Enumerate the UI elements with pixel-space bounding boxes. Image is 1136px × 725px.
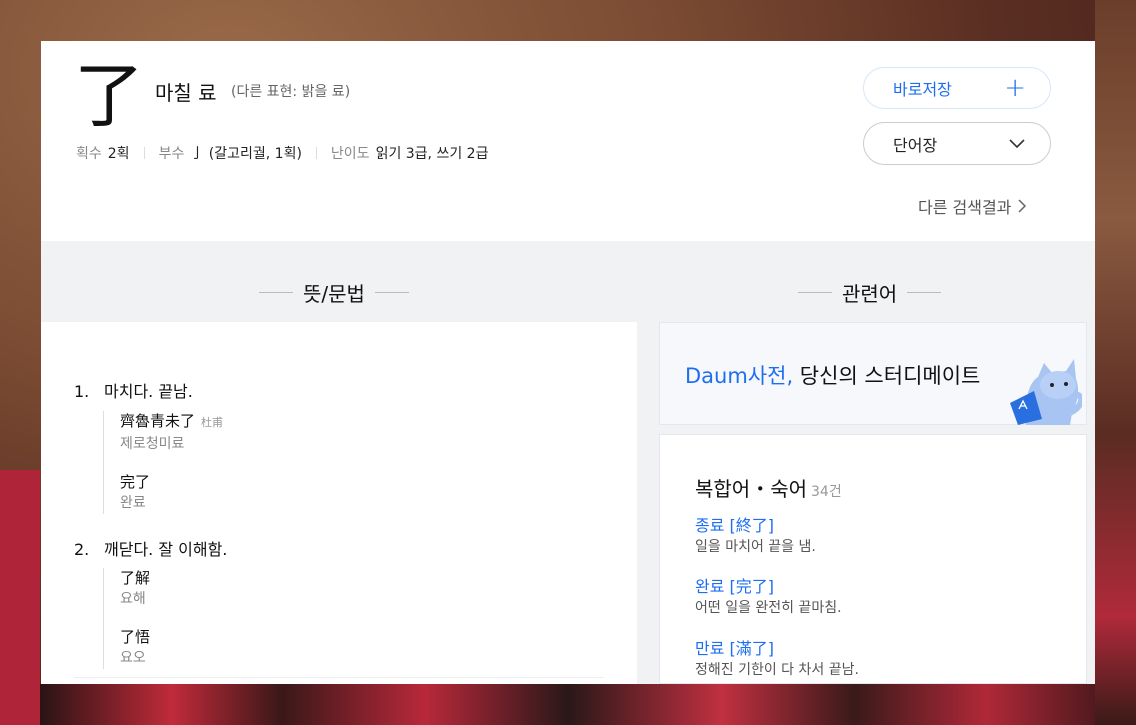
example-hanja: 了解: [120, 569, 151, 587]
definition-item: 2. 깨닫다. 잘 이해함.: [74, 536, 227, 560]
hanja-reading: 마칠 료: [155, 81, 217, 105]
definition-number: 2.: [74, 540, 90, 559]
background-decor: [1095, 0, 1136, 725]
related-words-panel: 복합어・숙어 34건 종료 [終了] 일을 마치어 끝을 냄. 완료 [完了] 어…: [659, 434, 1087, 684]
other-results-link[interactable]: 다른 검색결과: [918, 194, 1027, 218]
title-rule: [907, 292, 942, 293]
hanja-character: 了: [74, 55, 144, 137]
background-decor: [40, 684, 1136, 725]
level-label: 난이도: [330, 146, 370, 162]
example-hanja: 完了: [120, 473, 151, 491]
example-item[interactable]: 了悟 요오: [120, 627, 150, 669]
related-word-item[interactable]: 만료 [滿了] 정해진 기한이 다 차서 끝남.: [695, 638, 859, 680]
entry-header: 了 마칠 료 (다른 표현: 밝을 료) 획수 2획 부수 亅 (갈고리궐, 1…: [41, 41, 1095, 241]
level-value: 읽기 3급, 쓰기 2급: [375, 146, 489, 162]
definition-text: 깨닫다. 잘 이해함.: [104, 540, 228, 559]
wordbook-dropdown[interactable]: 단어장: [863, 122, 1051, 165]
definition-item: 1. 마치다. 끝남.: [74, 378, 193, 402]
related-word-meaning: 어떤 일을 완전히 끝마침.: [695, 600, 842, 616]
title-rule: [798, 292, 832, 293]
meaning-section-title: 뜻/문법: [259, 278, 409, 307]
related-section-title: 관련어: [798, 278, 942, 307]
example-item[interactable]: 了解 요해: [120, 568, 150, 610]
example-reading: 요해: [120, 591, 146, 607]
related-word-link[interactable]: 종료 [終了]: [695, 515, 816, 537]
chevron-down-icon: [1009, 138, 1025, 148]
related-title-text: 관련어: [842, 282, 898, 306]
stroke-value: 2획: [107, 146, 130, 162]
example-item[interactable]: 齊魯青未了 杜甫 제로청미료: [120, 411, 223, 455]
example-hanja: 齊魯青未了: [120, 412, 196, 430]
related-word-link[interactable]: 완료 [完了]: [695, 576, 842, 598]
example-reading: 완료: [120, 495, 146, 511]
definition-number: 1.: [74, 382, 90, 401]
example-group: 齊魯青未了 杜甫 제로청미료 完了 완료: [103, 411, 223, 514]
example-item[interactable]: 完了 완료: [120, 472, 223, 514]
related-count: 34건: [811, 484, 842, 500]
related-words-title: 복합어・숙어 34건: [695, 473, 842, 502]
alt-reading: (다른 표현: 밝을 료): [231, 84, 351, 100]
example-hanja: 了悟: [120, 628, 151, 646]
banner-brand: Daum사전,: [685, 364, 794, 388]
example-reading: 제로청미료: [120, 436, 185, 452]
quick-save-label: 바로저장: [893, 80, 952, 99]
stroke-label: 획수: [76, 146, 102, 162]
cat-mascot-icon: [1010, 359, 1082, 425]
example-group: 了解 요해 了悟 요오: [103, 568, 150, 669]
related-word-meaning: 일을 마치어 끝을 냄.: [695, 539, 816, 555]
example-reading: 요오: [120, 650, 146, 666]
wordbook-label: 단어장: [893, 135, 938, 155]
other-results-label: 다른 검색결과: [918, 198, 1012, 217]
banner-text: Daum사전, 당신의 스터디메이트: [685, 360, 980, 390]
radical-value: 亅 (갈고리궐, 1획): [190, 146, 302, 162]
divider: [74, 677, 604, 678]
radical-label: 부수: [158, 146, 185, 162]
chevron-right-icon: [1018, 199, 1027, 213]
related-word-item[interactable]: 종료 [終了] 일을 마치어 끝을 냄.: [695, 515, 816, 557]
promo-banner[interactable]: Daum사전, 당신의 스터디메이트: [659, 322, 1087, 425]
meaning-title-text: 뜻/문법: [303, 282, 365, 306]
related-heading: 복합어・숙어: [695, 477, 807, 501]
hanja-meta: 획수 2획 부수 亅 (갈고리궐, 1획) 난이도 읽기 3급, 쓰기 2급: [76, 143, 488, 163]
title-rule: [374, 292, 409, 293]
related-word-meaning: 정해진 기한이 다 차서 끝남.: [695, 662, 859, 678]
plus-icon: +: [1004, 73, 1026, 103]
divider: [315, 147, 317, 159]
divider: [143, 147, 145, 159]
banner-tagline: 당신의 스터디메이트: [793, 364, 981, 388]
meaning-panel: 1. 마치다. 끝남. 齊魯青未了 杜甫 제로청미료 完了 완료 2. 깨닫다. 잘 …: [41, 322, 637, 684]
related-word-link[interactable]: 만료 [滿了]: [695, 638, 859, 660]
quick-save-button[interactable]: 바로저장 +: [863, 67, 1051, 109]
title-rule: [259, 292, 293, 293]
related-word-item[interactable]: 완료 [完了] 어떤 일을 완전히 끝마침.: [695, 576, 842, 618]
dictionary-page: 了 마칠 료 (다른 표현: 밝을 료) 획수 2획 부수 亅 (갈고리궐, 1…: [41, 41, 1095, 684]
background-decor: [0, 470, 40, 725]
example-source: 杜甫: [201, 416, 224, 429]
definition-text: 마치다. 끝남.: [104, 382, 193, 401]
